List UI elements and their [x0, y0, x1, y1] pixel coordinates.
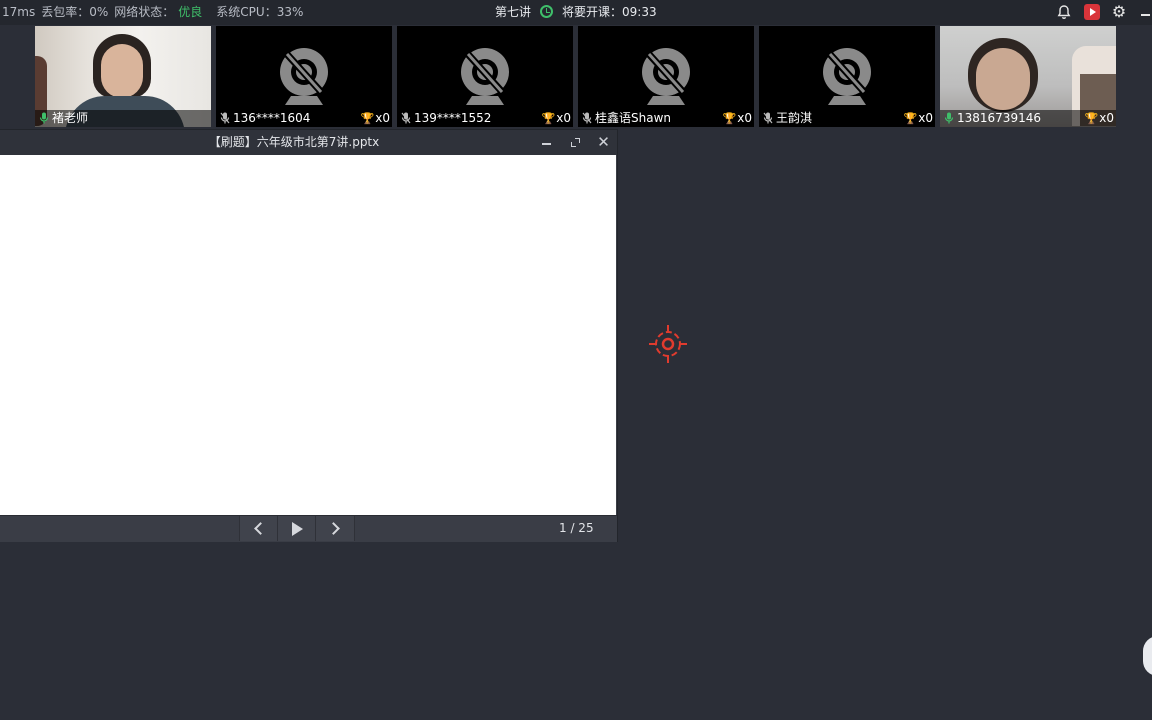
- trophy-icon: 🏆: [722, 112, 737, 125]
- packet-loss-text: 丢包率：0%: [41, 5, 109, 19]
- trophy-icon: 🏆: [360, 112, 375, 125]
- document-footer: 1 / 25: [0, 515, 617, 542]
- trophy-count-value: x0: [375, 111, 390, 125]
- video-tile-participant[interactable]: 13816739146 🏆x0: [940, 26, 1116, 127]
- video-strip: 褚老师 136****1604 🏆x0 139****1552 🏆x0 桂鑫语S…: [0, 25, 1152, 128]
- trophy-count-value: x0: [1099, 111, 1114, 125]
- clock-icon: [540, 5, 554, 18]
- participant-label: 136****1604 🏆x0: [216, 110, 392, 127]
- trophy-count-value: x0: [918, 111, 933, 125]
- participant-name: 139****1552: [414, 111, 492, 125]
- trophy-count: 🏆x0: [723, 110, 752, 127]
- top-status-bar: 17ms 丢包率：0% 网络状态： 优良 系统CPU：33% 第七讲 将要开课：09:33…: [0, 0, 1152, 25]
- network-label: 网络状态：: [114, 5, 175, 19]
- video-tile-teacher[interactable]: 褚老师: [35, 26, 211, 127]
- gear-icon[interactable]: ⚙: [1111, 4, 1127, 20]
- participant-name: 桂鑫语Shawn: [595, 111, 671, 125]
- video-feed-face: [976, 48, 1030, 110]
- mic-off-icon: [582, 112, 592, 124]
- minimize-icon[interactable]: [1137, 4, 1152, 20]
- floating-side-button[interactable]: [1143, 636, 1152, 676]
- mic-off-icon: [401, 112, 411, 124]
- record-icon[interactable]: [1084, 4, 1100, 20]
- video-tile-participant[interactable]: 桂鑫语Shawn 🏆x0: [578, 26, 754, 127]
- camera-off-icon: [823, 48, 871, 105]
- document-viewer: 【刷题】六年级市北第7讲.pptx ✕ 1 / 25: [0, 130, 617, 542]
- document-titlebar[interactable]: 【刷题】六年级市北第7讲.pptx ✕: [0, 130, 617, 155]
- previous-page-button[interactable]: [239, 516, 279, 541]
- page-indicator: 1 / 25: [559, 521, 594, 535]
- network-stats: 17ms 丢包率：0% 网络状态： 优良 系统CPU：33%: [2, 0, 303, 25]
- participant-label: 13816739146 🏆x0: [940, 110, 1116, 127]
- participant-label: 桂鑫语Shawn 🏆x0: [578, 110, 754, 127]
- close-window-button[interactable]: ✕: [596, 135, 611, 150]
- camera-off-icon: [461, 48, 509, 105]
- trophy-count: 🏆x0: [904, 110, 933, 127]
- video-tile-participant[interactable]: 王韵淇 🏆x0: [759, 26, 935, 127]
- countdown-text: 将要开课：09:33: [562, 5, 657, 19]
- video-tile-participant[interactable]: 139****1552 🏆x0: [397, 26, 573, 127]
- participant-name: 王韵淇: [776, 111, 813, 125]
- trophy-count: 🏆x0: [361, 110, 390, 127]
- camera-off-icon: [280, 48, 328, 105]
- participant-name: 13816739146: [957, 111, 1041, 125]
- trophy-icon: 🏆: [903, 112, 918, 125]
- mic-on-icon: [39, 112, 49, 124]
- video-tile-participant[interactable]: 136****1604 🏆x0: [216, 26, 392, 127]
- play-button[interactable]: [277, 516, 317, 541]
- participant-label: 褚老师: [35, 110, 211, 127]
- lesson-info: 第七讲 将要开课：09:33: [495, 0, 657, 25]
- bell-icon[interactable]: [1056, 4, 1072, 20]
- participant-label: 139****1552 🏆x0: [397, 110, 573, 127]
- next-page-button[interactable]: [315, 516, 355, 541]
- mic-on-icon: [944, 112, 954, 124]
- network-quality: 优良: [178, 5, 203, 19]
- slide-canvas[interactable]: [0, 155, 616, 515]
- participant-name: 136****1604: [233, 111, 311, 125]
- document-title: 【刷题】六年级市北第7讲.pptx: [208, 135, 380, 149]
- video-feed-face: [101, 44, 143, 98]
- trophy-count: 🏆x0: [1085, 110, 1114, 127]
- trophy-icon: 🏆: [1084, 112, 1099, 125]
- trophy-icon: 🏆: [541, 112, 556, 125]
- lesson-title: 第七讲: [495, 5, 532, 19]
- latency-text: 17ms: [2, 5, 36, 19]
- trophy-count: 🏆x0: [542, 110, 571, 127]
- mic-off-icon: [763, 112, 773, 124]
- camera-off-icon: [642, 48, 690, 105]
- mic-off-icon: [220, 112, 230, 124]
- cpu-text: 系统CPU：33%: [216, 5, 304, 19]
- participant-name: 褚老师: [52, 111, 89, 125]
- laser-pointer-icon: [649, 325, 687, 363]
- maximize-window-button[interactable]: [568, 135, 583, 150]
- trophy-count-value: x0: [737, 111, 752, 125]
- trophy-count-value: x0: [556, 111, 571, 125]
- minimize-window-button[interactable]: [539, 135, 554, 150]
- participant-label: 王韵淇 🏆x0: [759, 110, 935, 127]
